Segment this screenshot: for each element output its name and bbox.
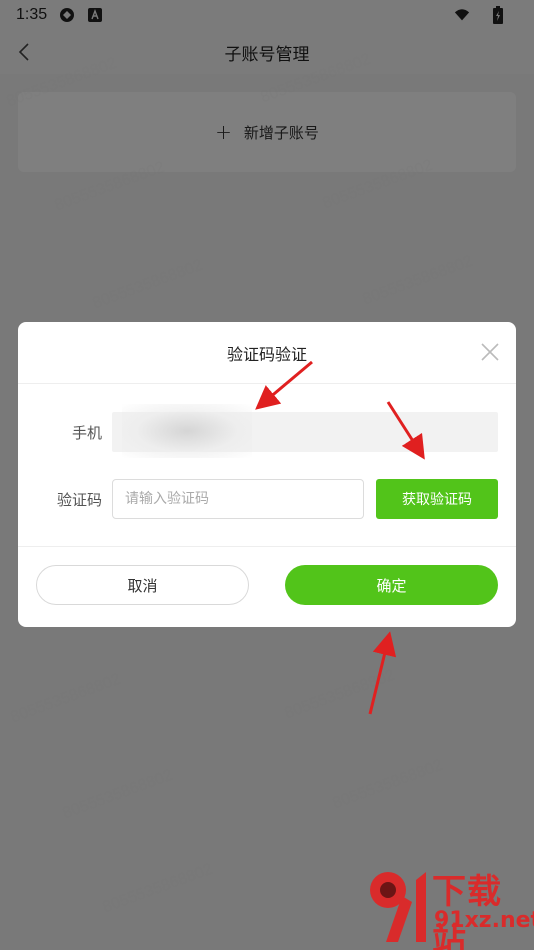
dialog-title: 验证码验证 [18, 322, 516, 384]
cancel-button[interactable]: 取消 [36, 565, 249, 605]
phone-number-blurred [122, 404, 252, 458]
verification-code-input[interactable] [112, 479, 364, 519]
confirm-button[interactable]: 确定 [285, 565, 498, 605]
dialog-divider [18, 546, 516, 547]
code-label: 验证码 [56, 491, 102, 509]
phone-label: 手机 [71, 424, 102, 442]
get-code-button[interactable]: 获取验证码 [376, 479, 498, 519]
site-logo: 下载站 91xz.net [366, 862, 534, 950]
site-logo-url-text: 91xz.net [434, 908, 534, 933]
verification-dialog: 验证码验证 手机 验证码 获取验证码 取消 确定 [18, 322, 516, 627]
close-icon[interactable] [478, 340, 502, 364]
site-logo-cn-text: 下载站 [432, 872, 502, 950]
site-logo-mark-icon [370, 872, 426, 942]
